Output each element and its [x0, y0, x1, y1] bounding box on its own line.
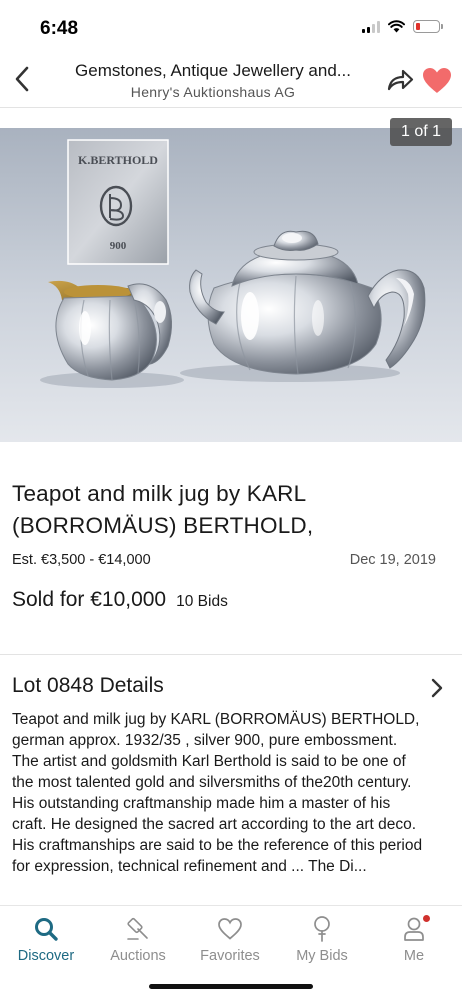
sold-row: Sold for €10,000 10 Bids — [12, 588, 228, 612]
tab-label: Favorites — [200, 948, 260, 964]
paddle-icon — [314, 916, 330, 942]
favorite-button[interactable] — [420, 64, 454, 96]
tab-favorites[interactable]: Favorites — [184, 914, 276, 964]
tab-label: Discover — [17, 948, 75, 964]
tab-my-bids[interactable]: My Bids — [276, 914, 368, 964]
auction-title: Gemstones, Antique Jewellery and... — [75, 61, 351, 80]
heart-outline-icon — [218, 918, 242, 940]
section-divider — [0, 654, 462, 655]
gavel-icon — [127, 917, 148, 940]
lot-image[interactable]: K.BERTHOLD 900 — [0, 128, 462, 442]
search-icon — [35, 918, 58, 941]
tab-discover[interactable]: Discover — [0, 914, 92, 964]
sale-date: Dec 19, 2019 — [349, 552, 436, 568]
wifi-icon — [388, 20, 405, 33]
signal-icon — [362, 20, 380, 33]
sold-price: Sold for €10,000 — [12, 588, 167, 611]
lot-title: Teapot and milk jug by KARL (BORROMÄUS) … — [12, 481, 314, 538]
status-time: 6:48 — [40, 18, 79, 39]
estimate-range: Est. €3,500 - €14,000 — [12, 552, 151, 568]
chevron-left-icon — [15, 66, 29, 92]
home-indicator — [149, 984, 313, 989]
tab-label: Auctions — [110, 948, 166, 964]
status-icons — [362, 20, 443, 33]
heart-icon — [423, 67, 451, 93]
status-bar: 6:48 — [0, 0, 462, 52]
tab-me[interactable]: Me — [368, 914, 460, 964]
notification-dot — [423, 915, 430, 922]
header-titles: Gemstones, Antique Jewellery and... Henr… — [50, 61, 376, 100]
tab-auctions[interactable]: Auctions — [92, 914, 184, 964]
auction-house-name: Henry's Auktionshaus AG — [130, 84, 296, 100]
image-counter: 1 of 1 — [389, 118, 452, 146]
chevron-right-icon — [431, 678, 443, 698]
teapot-photo: K.BERTHOLD 900 — [0, 128, 462, 442]
lot-details-link[interactable]: Lot 0848 Details — [12, 674, 448, 702]
bid-count: 10 Bids — [176, 593, 228, 610]
lot-description: Teapot and milk jug by KARL (BORROMÄUS) … — [12, 711, 423, 875]
hallmark-maker: K.BERTHOLD — [78, 153, 158, 167]
hallmark-purity: 900 — [110, 240, 127, 252]
battery-icon — [413, 20, 443, 33]
share-button[interactable] — [384, 64, 416, 96]
tab-label: My Bids — [296, 948, 348, 964]
back-button[interactable] — [6, 62, 38, 96]
tab-label: Me — [403, 948, 425, 964]
lot-details-title: Lot 0848 Details — [12, 674, 164, 697]
share-arrow-icon — [387, 69, 414, 91]
header: Gemstones, Antique Jewellery and... Henr… — [0, 52, 462, 108]
